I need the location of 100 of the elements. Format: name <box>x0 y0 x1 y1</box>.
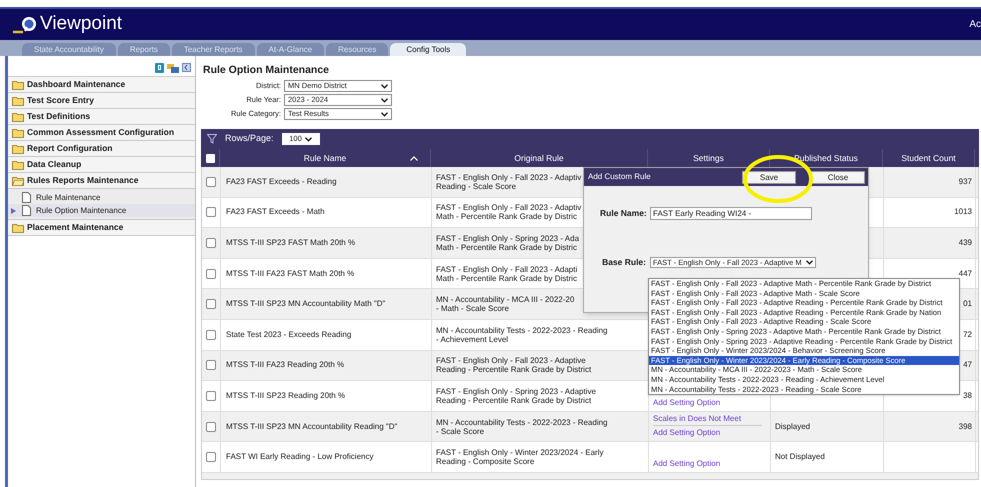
caret-icon <box>381 84 388 88</box>
caret-icon <box>806 260 813 265</box>
row-checkbox[interactable] <box>206 299 216 310</box>
sidebar-item[interactable]: Common Assessment Configuration <box>8 125 195 141</box>
badge-icon[interactable] <box>155 62 164 72</box>
caret-icon <box>304 136 312 142</box>
row-checkbox[interactable] <box>206 330 216 340</box>
sidebar-item[interactable]: Report Configuration <box>8 141 195 157</box>
original-rule: Reading - Scale Score <box>436 182 516 191</box>
sidebar-item[interactable]: Dashboard Maintenance <box>8 77 195 93</box>
rule-name-field[interactable]: FAST Early Reading WI24 - <box>650 207 812 220</box>
row-checkbox[interactable] <box>206 238 216 248</box>
sidebar-item[interactable]: Data Cleanup <box>8 157 195 173</box>
setting-link[interactable]: Add Setting Option <box>653 425 762 440</box>
row-checkbox[interactable] <box>206 390 216 401</box>
nav-tab[interactable]: Config Tools <box>390 43 466 56</box>
original-rule: MN - Accountability Tests - 2022-2023 - Reading <box>436 326 608 335</box>
open-folder-icon <box>12 176 24 186</box>
rule-name: FA23 FAST Exceeds - Math <box>226 206 325 218</box>
rows-per-page-label: Rows/Page: <box>225 132 274 146</box>
original-rule: FAST - English Only - Fall 2023 - Adapti <box>436 264 578 274</box>
original-rule: - Scale Score <box>436 426 484 436</box>
rule-name: FA23 FAST Exceeds - Reading <box>226 176 337 188</box>
original-rule: FAST - English Only - Winter 2023/2024 - Early <box>436 448 604 458</box>
rule-name-label: Rule Name: <box>600 207 646 220</box>
student-count: 937 <box>958 176 972 188</box>
row-checkbox[interactable] <box>206 176 216 187</box>
filter-icon[interactable] <box>207 134 217 144</box>
dialog-button[interactable]: Save <box>742 170 796 184</box>
original-rule: Reading - Percentile Rank Grade by District <box>436 365 592 374</box>
original-rule: FAST - English Only - Fall 2023 - Adaptive <box>436 356 586 366</box>
folder-tree-icon[interactable] <box>167 62 179 72</box>
row-checkbox[interactable] <box>206 422 216 432</box>
sidebar-subitem[interactable]: Rule Option Maintenance <box>8 204 195 217</box>
collapse-icon[interactable] <box>182 63 191 72</box>
column-header[interactable]: Settings <box>693 152 724 164</box>
page-title: Rule Option Maintenance <box>203 63 330 78</box>
setting-link[interactable]: Scales in Does Not Meet <box>653 413 770 426</box>
logo-icon <box>12 14 38 34</box>
setting-link[interactable]: Add Setting Option <box>653 458 770 470</box>
sort-icon[interactable] <box>410 156 418 160</box>
folder-icon <box>12 80 24 90</box>
original-rule: Math - Percentile Rank Grade by Distric <box>436 242 577 252</box>
pointer-icon <box>11 208 16 214</box>
student-count: 72 <box>963 328 972 341</box>
sidebar-item[interactable]: Rules Reports Maintenance <box>8 173 195 189</box>
original-rule: FAST - English Only - Fall 2023 - Adaptiv <box>436 203 582 212</box>
page-icon <box>22 205 31 216</box>
original-rule: FAST - English Only - Spring 2023 - Adaptive <box>436 386 596 396</box>
caret-icon <box>381 112 388 116</box>
student-count: 01 <box>963 298 972 310</box>
original-rule: FAST - English Only - Fall 2023 - Adaptiv <box>436 172 582 182</box>
column-header[interactable]: Student Count <box>901 152 956 164</box>
student-count: 47 <box>963 359 972 372</box>
original-rule: Math - Percentile Rank Grade by Distric <box>436 212 577 222</box>
original-rule: - Achievement Level <box>436 334 508 344</box>
student-count: 439 <box>958 236 972 249</box>
app-logo: Viewpoint <box>40 12 122 36</box>
original-rule: MN - Accountability Tests - 2022-2023 - Reading <box>436 418 608 427</box>
folder-icon <box>12 160 24 170</box>
student-count: 38 <box>963 390 972 402</box>
folder-icon <box>12 112 24 122</box>
student-count: 398 <box>958 420 972 433</box>
row-checkbox[interactable] <box>206 360 216 370</box>
student-count: 1013 <box>954 206 972 218</box>
rule-name: MTSS T-III FA23 FAST Math 20th % <box>226 268 354 280</box>
status-text: Displayed <box>775 420 810 433</box>
original-rule: Reading - Percentile Rank Grade by District <box>436 396 592 405</box>
folder-icon <box>12 144 24 154</box>
column-header[interactable]: Original Rule <box>514 152 564 164</box>
original-rule: MN - Accountability - MCA III - 2022-20 <box>436 295 574 304</box>
rule-name: State Test 2023 - Exceeds Reading <box>226 328 352 341</box>
folder-icon <box>12 128 24 138</box>
rule-name: MTSS T-III SP23 FAST Math 20th % <box>226 236 356 249</box>
base-rule-label: Base Rule: <box>601 256 646 269</box>
sidebar-item[interactable]: Test Definitions <box>8 109 195 125</box>
column-header[interactable]: Rule Name <box>304 152 346 164</box>
sidebar-item[interactable]: Placement Maintenance <box>8 220 195 236</box>
original-rule: - Math - Scale Score <box>436 304 509 314</box>
row-checkbox[interactable] <box>206 268 216 279</box>
rule-name: MTSS T-III FA23 Reading 20th % <box>226 359 344 372</box>
sidebar-item[interactable]: Test Score Entry <box>8 93 195 109</box>
caret-icon <box>381 98 388 102</box>
page-icon <box>22 192 31 203</box>
header-text: Ac <box>969 18 981 32</box>
folder-icon <box>12 222 24 232</box>
column-header[interactable]: Published Status <box>794 152 858 164</box>
status-text: Not Displayed <box>775 451 825 464</box>
rule-name: MTSS T-III SP23 MN Accountability Reading "D" <box>226 420 398 433</box>
rule-name: FAST WI Early Reading - Low Proficiency <box>226 451 374 464</box>
student-count: 447 <box>958 268 972 280</box>
row-checkbox[interactable] <box>206 207 216 218</box>
dialog-title: Add Custom Rule <box>588 171 651 183</box>
dialog-button[interactable]: Close <box>811 170 865 184</box>
select-all-checkbox[interactable] <box>206 154 214 162</box>
folder-icon <box>12 96 24 106</box>
row-checkbox[interactable] <box>206 452 216 462</box>
sidebar-subitem[interactable]: Rule Maintenance <box>8 191 195 204</box>
setting-link[interactable]: Add Setting Option <box>653 396 770 409</box>
original-rule: Reading - Composite Score <box>436 457 534 466</box>
